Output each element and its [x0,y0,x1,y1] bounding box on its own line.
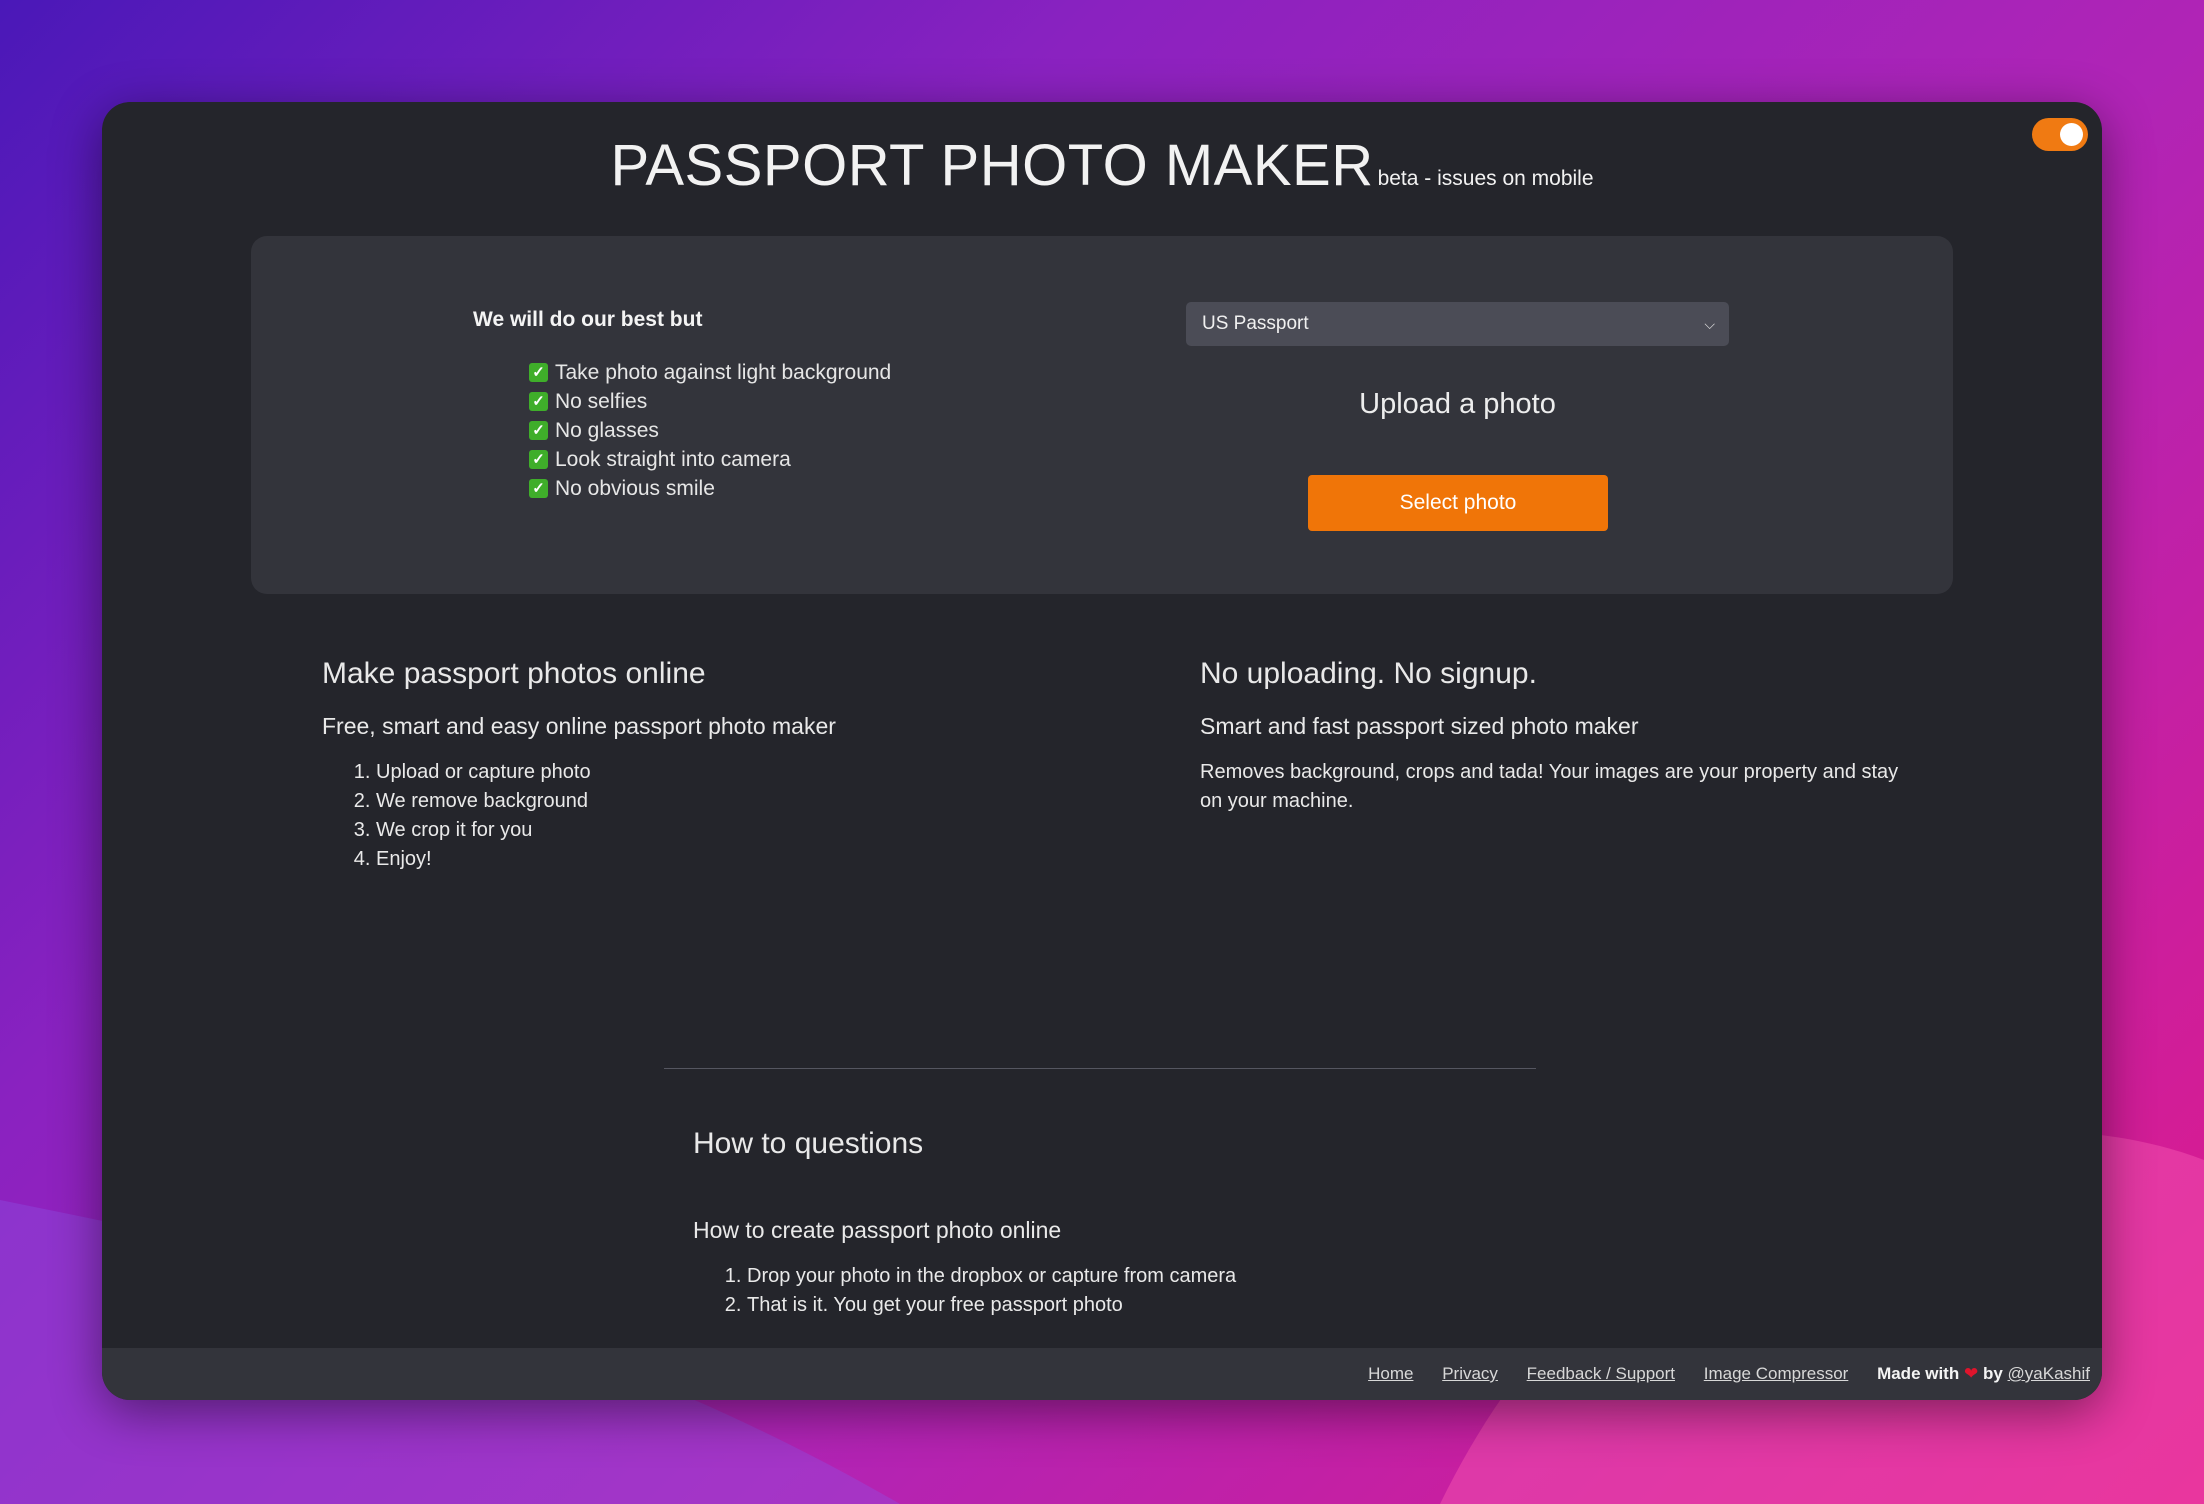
info-subheading: Free, smart and easy online passport pho… [322,713,836,739]
browser-window: PASSPORT PHOTO MAKER beta - issues on mob… [102,102,2102,1400]
tip-text: Look straight into camera [555,448,791,471]
document-type-select[interactable]: US Passport ⌵ [1186,302,1729,346]
list-item: Drop your photo in the dropbox or captur… [747,1262,1236,1291]
list-item: That is it. You get your free passport p… [747,1291,1236,1320]
footer-links: Home Privacy Feedback / Support Image Co… [1344,1348,2090,1400]
tip-item: ✓ No selfies [529,387,891,416]
document-type-value: US Passport [1202,313,1309,334]
check-icon: ✓ [529,479,548,498]
tip-text: No glasses [555,419,659,442]
info-section-left: Make passport photos online Free, smart … [322,654,1082,874]
list-item: We remove background [376,787,1082,816]
author-link[interactable]: @yaKashif [2008,1364,2090,1383]
page-header: PASSPORT PHOTO MAKER beta - issues on mob… [102,132,2102,199]
faq-section: How to questions How to create passport … [693,1124,1236,1320]
heart-icon: ❤ [1963,1364,1979,1383]
info-subheading: Smart and fast passport sized photo make… [1200,713,1639,739]
check-icon: ✓ [529,363,548,382]
info-body: Removes background, crops and tada! Your… [1200,761,1899,812]
tip-item: ✓ No obvious smile [529,474,891,503]
info-section-right: No uploading. No signup. Smart and fast … [1200,654,1900,816]
footer-link-image-compressor[interactable]: Image Compressor [1704,1364,1849,1383]
check-icon: ✓ [529,421,548,440]
chevron-down-icon: ⌵ [1704,316,1715,332]
page-title: PASSPORT PHOTO MAKER [610,133,1374,198]
check-icon: ✓ [529,450,548,469]
select-photo-button[interactable]: Select photo [1308,475,1608,531]
footer-link-home[interactable]: Home [1368,1364,1413,1383]
tip-item: ✓ Look straight into camera [529,445,891,474]
tip-text: No obvious smile [555,477,715,500]
steps-list: Upload or capture photo We remove backgr… [322,758,1082,874]
by-text: by [1982,1364,2003,1383]
tip-text: Take photo against light background [555,361,892,384]
list-item: We crop it for you [376,816,1082,845]
footer-link-privacy[interactable]: Privacy [1442,1364,1498,1383]
upload-panel: We will do our best but ✓ Take photo agai… [251,236,1953,594]
list-item: Upload or capture photo [376,758,1082,787]
tip-text: No selfies [555,390,648,413]
divider [664,1068,1536,1069]
made-with-text: Made with [1877,1364,1960,1383]
tip-item: ✓ Take photo against light background [529,358,891,387]
list-item: Enjoy! [376,845,1082,874]
upload-label: Upload a photo [1359,388,1556,420]
footer: Home Privacy Feedback / Support Image Co… [102,1348,2102,1400]
made-with-credit: Made with ❤ by @yaKashif [1877,1364,2090,1383]
faq-steps-list: Drop your photo in the dropbox or captur… [693,1262,1236,1320]
check-icon: ✓ [529,392,548,411]
faq-heading: How to questions [693,1127,924,1160]
info-heading: Make passport photos online [322,657,706,690]
beta-note: beta - issues on mobile [1377,167,1594,190]
tip-item: ✓ No glasses [529,416,891,445]
footer-link-feedback[interactable]: Feedback / Support [1527,1364,1675,1383]
info-heading: No uploading. No signup. [1200,657,1537,690]
tips-heading: We will do our best but [473,308,703,331]
faq-question: How to create passport photo online [693,1217,1062,1243]
tips-list: ✓ Take photo against light background ✓ No… [529,358,891,503]
